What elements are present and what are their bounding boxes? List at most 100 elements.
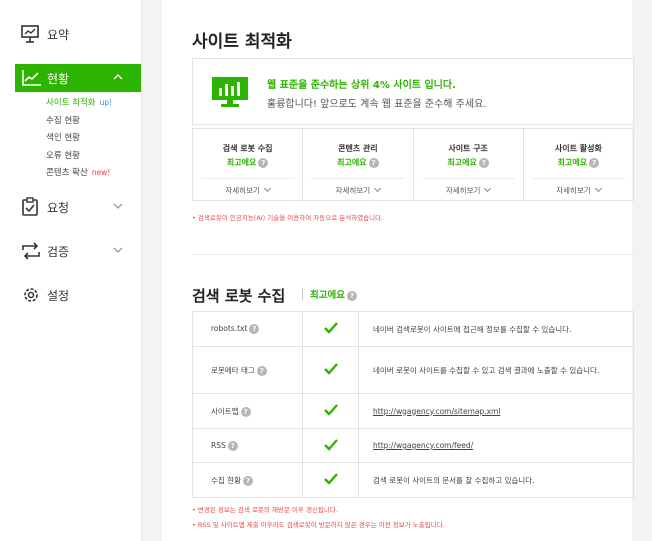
card-more-link[interactable]: 자세히보기 [193, 184, 302, 196]
card-divider [201, 178, 295, 179]
card-more-link[interactable]: 자세히보기 [524, 184, 633, 196]
crawl-note-rss: • RSS 및 사이트맵 제출 이후라도 검색로봇이 방문하지 않은 경우는 이… [192, 521, 445, 529]
sidebar-subitem-site-optimization[interactable]: 사이트 최적화 up! [46, 96, 112, 108]
card-more-link[interactable]: 자세히보기 [303, 184, 412, 196]
row-value: 네이버 로봇이 사이트를 수집할 수 있고 검색 결과에 노출할 수 있습니다. [358, 346, 634, 394]
row-key-text: 사이트맵 [211, 406, 239, 416]
help-icon[interactable]: ? [589, 157, 600, 168]
row-key-text: robots.txt [211, 324, 248, 333]
card-more-link[interactable]: 자세히보기 [414, 184, 523, 196]
card-status-text: 최고에요 [447, 158, 477, 167]
help-icon[interactable]: ? [368, 157, 379, 168]
row-check [302, 311, 359, 347]
row-key-text: 수집 현황 [211, 475, 241, 485]
sidebar-item-verify[interactable]: 검증 [0, 237, 141, 265]
check-icon [323, 438, 338, 451]
sidebar-item-settings[interactable]: 설정 [0, 281, 141, 309]
card-more-label: 자세히보기 [445, 186, 481, 195]
help-icon[interactable]: ? [227, 440, 238, 451]
gear-icon [24, 288, 38, 302]
table-row: RSS? http://wgagency.com/feed/ [192, 428, 634, 463]
banner-subtext: 훌륭합니다! 앞으로도 계속 웹 표준을 준수해 주세요. [267, 99, 487, 110]
subitem-label: 오류 현황 [46, 151, 80, 161]
card-divider [421, 178, 515, 179]
monitor-chart-icon [212, 77, 248, 107]
subitem-label: 색인 현황 [46, 133, 80, 143]
card-divider [311, 178, 405, 179]
card-status: 최고에요? [524, 157, 633, 168]
sidebar-item-request-label: 요청 [47, 200, 70, 215]
chevron-down-icon [374, 184, 382, 193]
chevron-up-icon [113, 74, 123, 80]
subitem-label: 사이트 최적화 [46, 98, 96, 108]
row-value: 네이버 검색로봇이 사이트에 접근해 정보를 수집할 수 있습니다. [358, 311, 634, 347]
sidebar-subitem-error-status[interactable]: 오류 현황 [46, 149, 80, 161]
row-check [302, 428, 359, 463]
optimization-banner: 웹 표준을 준수하는 상위 4% 사이트 입니다. 훌륭합니다! 앞으로도 계속… [192, 58, 634, 125]
sidebar-item-verify-label: 검증 [47, 244, 70, 259]
main-area: 사이트 최적화 웹 표준을 준수하는 상위 4% 사이트 입니다. 훌륭합니다!… [142, 0, 652, 541]
table-row: robots.txt? 네이버 검색로봇이 사이트에 접근해 정보를 수집할 수… [192, 311, 634, 347]
sidebar-item-status-label: 현황 [47, 71, 70, 86]
page-title: 사이트 최적화 [192, 32, 292, 52]
help-icon[interactable]: ? [256, 365, 267, 376]
check-icon [323, 404, 338, 416]
crawl-section-status: 최고에요? [310, 287, 357, 301]
sidebar: 요약 현황 사이트 최적화 up! 수집 현황 색인 현황 오류 현황 콘텐츠 확… [0, 0, 142, 541]
card-status: 최고에요? [193, 157, 302, 168]
title-separator [302, 288, 303, 300]
banner-headline: 웹 표준을 준수하는 상위 4% 사이트 입니다. [267, 80, 456, 91]
sidebar-item-status[interactable]: 현황 [15, 64, 141, 92]
help-icon[interactable]: ? [258, 157, 269, 168]
sidebar-subitem-content-spread[interactable]: 콘텐츠 확산 new! [46, 166, 110, 178]
help-icon[interactable]: ? [240, 406, 251, 417]
crawl-status-text: 최고에요 [310, 290, 345, 301]
help-icon[interactable]: ? [478, 157, 489, 168]
card-title: 콘텐츠 관리 [338, 144, 378, 153]
row-key: RSS? [192, 428, 303, 463]
card-divider [531, 178, 625, 179]
row-key: 수집 현황? [192, 462, 303, 498]
sidebar-item-summary[interactable]: 요약 [0, 20, 141, 48]
chevron-down-icon [263, 184, 271, 193]
card-title: 검색 로봇 수집 [222, 144, 273, 153]
card-more-label: 자세히보기 [335, 186, 371, 195]
row-key-text: RSS [211, 440, 226, 450]
row-key-text: 로봇메타 태그 [211, 365, 255, 375]
new-badge: new! [91, 168, 111, 177]
card-more-label: 자세히보기 [556, 186, 591, 195]
help-icon[interactable]: ? [346, 290, 357, 301]
card-more-label: 자세히보기 [225, 186, 260, 195]
row-key: 로봇메타 태그? [192, 346, 303, 394]
card-structure: 사이트 구조 최고에요? 자세히보기 [414, 129, 524, 200]
help-icon[interactable]: ? [242, 475, 253, 486]
sidebar-item-request[interactable]: 요청 [0, 193, 141, 221]
table-row: 수집 현황? 검색 로봇이 사이트의 문서를 잘 수집하고 있습니다. [192, 462, 634, 498]
row-value: http://wgagency.com/feed/ [358, 428, 634, 463]
card-status-text: 최고에요 [337, 158, 367, 167]
row-check [302, 462, 359, 498]
sidebar-item-summary-label: 요약 [47, 27, 70, 42]
help-icon[interactable]: ? [249, 324, 260, 334]
row-check [302, 393, 359, 429]
rss-link[interactable]: http://wgagency.com/feed/ [373, 441, 473, 450]
table-row: 로봇메타 태그? 네이버 로봇이 사이트를 수집할 수 있고 검색 결과에 노출… [192, 346, 634, 394]
chevron-down-icon [113, 203, 123, 209]
ai-analysis-note: • 검색로봇이 인공지능(AI) 기술을 이용하여 자동으로 분석하였습니다. [192, 214, 384, 222]
up-badge: up! [99, 98, 113, 107]
card-content: 콘텐츠 관리 최고에요? 자세히보기 [303, 129, 414, 200]
line-chart-icon [22, 70, 41, 86]
card-activation: 사이트 활성화 최고에요? 자세히보기 [524, 129, 633, 200]
card-title: 사이트 구조 [448, 144, 488, 153]
sidebar-subitem-crawl-status[interactable]: 수집 현황 [46, 114, 80, 126]
row-check [302, 346, 359, 394]
check-icon [323, 363, 338, 375]
sitemap-link[interactable]: http://wgagency.com/sitemap.xml [373, 407, 500, 416]
sidebar-subitem-index-status[interactable]: 색인 현황 [46, 131, 80, 143]
crawl-note-update: • 변경된 정보는 검색 로봇의 재방문 이후 갱신됩니다. [192, 506, 338, 514]
crawl-table: robots.txt? 네이버 검색로봇이 사이트에 접근해 정보를 수집할 수… [192, 311, 634, 498]
subitem-label: 수집 현황 [46, 116, 80, 126]
row-key: robots.txt? [192, 311, 303, 347]
sidebar-item-settings-label: 설정 [47, 288, 70, 303]
refresh-arrows-icon [22, 242, 40, 260]
